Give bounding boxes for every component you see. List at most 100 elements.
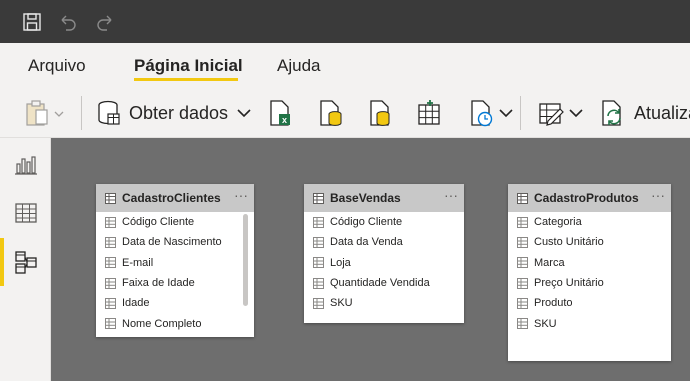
field-label: Custo Unitário xyxy=(534,236,604,249)
view-switcher xyxy=(0,138,51,381)
field-label: Quantidade Vendida xyxy=(330,277,430,290)
column-icon xyxy=(105,216,116,228)
data-view-button[interactable] xyxy=(0,189,51,237)
column-icon xyxy=(517,318,528,330)
column-icon xyxy=(105,297,116,309)
column-icon xyxy=(313,216,324,228)
table-card-header[interactable]: BaseVendas ··· xyxy=(304,184,464,212)
table-icon xyxy=(105,192,116,204)
field-label: Código Cliente xyxy=(122,216,195,229)
field-list: Categoria Custo Unitário Marca Preço Uni… xyxy=(508,212,671,334)
chevron-down-icon xyxy=(569,109,583,118)
table-card-cadastroclientes[interactable]: CadastroClientes ··· Código Cliente Data… xyxy=(96,184,254,337)
field-label: Marca xyxy=(534,256,565,269)
field-label: Nome Completo xyxy=(122,317,202,330)
field-item[interactable]: SKU xyxy=(508,313,671,333)
table-name: CadastroClientes xyxy=(122,191,221,205)
field-label: E-mail xyxy=(122,256,154,269)
model-icon xyxy=(14,251,37,274)
enter-data-button[interactable] xyxy=(417,98,443,128)
get-data-button[interactable]: Obter dados xyxy=(97,98,254,128)
chevron-down-icon xyxy=(499,109,513,118)
model-view-button[interactable] xyxy=(0,238,51,286)
column-icon xyxy=(105,318,116,330)
sql-server-button[interactable] xyxy=(368,98,394,128)
table-card-cadastroprodutos[interactable]: CadastroProdutos ··· Categoria Custo Uni… xyxy=(508,184,671,361)
field-item[interactable]: SKU xyxy=(304,293,464,313)
tab-arquivo[interactable]: Arquivo xyxy=(28,56,86,76)
field-item[interactable]: Código Cliente xyxy=(96,212,254,232)
paste-button[interactable] xyxy=(24,98,68,128)
redo-icon[interactable] xyxy=(94,11,116,33)
field-list-scrollbar[interactable] xyxy=(243,214,248,306)
column-icon xyxy=(313,257,324,269)
field-label: Data de Nascimento xyxy=(122,236,222,249)
transform-data-icon xyxy=(539,103,564,126)
field-label: Idade xyxy=(122,297,150,310)
title-bar xyxy=(0,0,690,43)
refresh-label: Atualizar xyxy=(634,102,690,123)
field-item[interactable]: E-mail xyxy=(96,253,254,273)
table-card-header[interactable]: CadastroProdutos ··· xyxy=(508,184,671,212)
ribbon-tabs: Arquivo Página Inicial Ajuda xyxy=(0,43,690,88)
column-icon xyxy=(313,277,324,289)
field-label: SKU xyxy=(330,297,353,310)
column-icon xyxy=(105,277,116,289)
field-item[interactable]: Nome Completo xyxy=(96,313,254,333)
transform-data-button[interactable] xyxy=(538,98,586,128)
field-item[interactable]: Categoria xyxy=(508,212,671,232)
more-options-icon[interactable]: ··· xyxy=(444,187,458,203)
field-list: Código Cliente Data de Nascimento E-mail… xyxy=(96,212,254,334)
field-label: Preço Unitário xyxy=(534,277,604,290)
tab-ajuda[interactable]: Ajuda xyxy=(277,56,320,76)
field-item[interactable]: Custo Unitário xyxy=(508,232,671,252)
active-tab-indicator xyxy=(134,78,238,81)
tab-pagina-inicial[interactable]: Página Inicial xyxy=(134,56,243,76)
svg-text:x: x xyxy=(282,115,287,125)
excel-button[interactable]: x xyxy=(268,98,292,128)
column-icon xyxy=(313,297,324,309)
refresh-button[interactable]: Atualizar xyxy=(600,98,690,128)
field-label: SKU xyxy=(534,317,557,330)
field-item[interactable]: Data de Nascimento xyxy=(96,232,254,252)
field-item[interactable]: Quantidade Vendida xyxy=(304,273,464,293)
undo-icon[interactable] xyxy=(57,11,79,33)
refresh-icon xyxy=(602,100,621,126)
column-icon xyxy=(517,216,528,228)
database-icon xyxy=(98,100,120,125)
field-item[interactable]: Faixa de Idade xyxy=(96,273,254,293)
column-icon xyxy=(517,277,528,289)
table-name: BaseVendas xyxy=(330,191,401,205)
table-card-basevendas[interactable]: BaseVendas ··· Código Cliente Data da Ve… xyxy=(304,184,464,323)
column-icon xyxy=(313,236,324,248)
field-list: Código Cliente Data da Venda Loja Quanti… xyxy=(304,212,464,313)
sql-server-icon xyxy=(370,100,390,126)
enter-data-icon xyxy=(418,100,440,125)
field-item[interactable]: Código Cliente xyxy=(304,212,464,232)
field-label: Data da Venda xyxy=(330,236,403,249)
field-label: Faixa de Idade xyxy=(122,277,195,290)
get-data-label: Obter dados xyxy=(129,102,229,123)
field-label: Categoria xyxy=(534,216,582,229)
field-item[interactable]: Loja xyxy=(304,253,464,273)
field-item[interactable]: Produto xyxy=(508,293,671,313)
field-label: Código Cliente xyxy=(330,216,403,229)
column-icon xyxy=(105,257,116,269)
field-label: Loja xyxy=(330,256,351,269)
more-options-icon[interactable]: ··· xyxy=(651,187,665,203)
report-view-button[interactable] xyxy=(0,141,51,189)
table-icon xyxy=(313,192,324,204)
clipboard-icon xyxy=(26,100,64,126)
more-options-icon[interactable]: ··· xyxy=(234,187,248,203)
recent-sources-button[interactable] xyxy=(469,98,516,128)
table-card-header[interactable]: CadastroClientes ··· xyxy=(96,184,254,212)
field-item[interactable]: Data da Venda xyxy=(304,232,464,252)
dataset-button[interactable] xyxy=(318,98,344,128)
field-item[interactable]: Marca xyxy=(508,253,671,273)
table-icon xyxy=(14,203,37,223)
field-item[interactable]: Preço Unitário xyxy=(508,273,671,293)
excel-icon: x xyxy=(270,100,290,126)
save-icon[interactable] xyxy=(21,11,43,33)
field-item[interactable]: Idade xyxy=(96,293,254,313)
toolbar-separator xyxy=(520,96,521,130)
